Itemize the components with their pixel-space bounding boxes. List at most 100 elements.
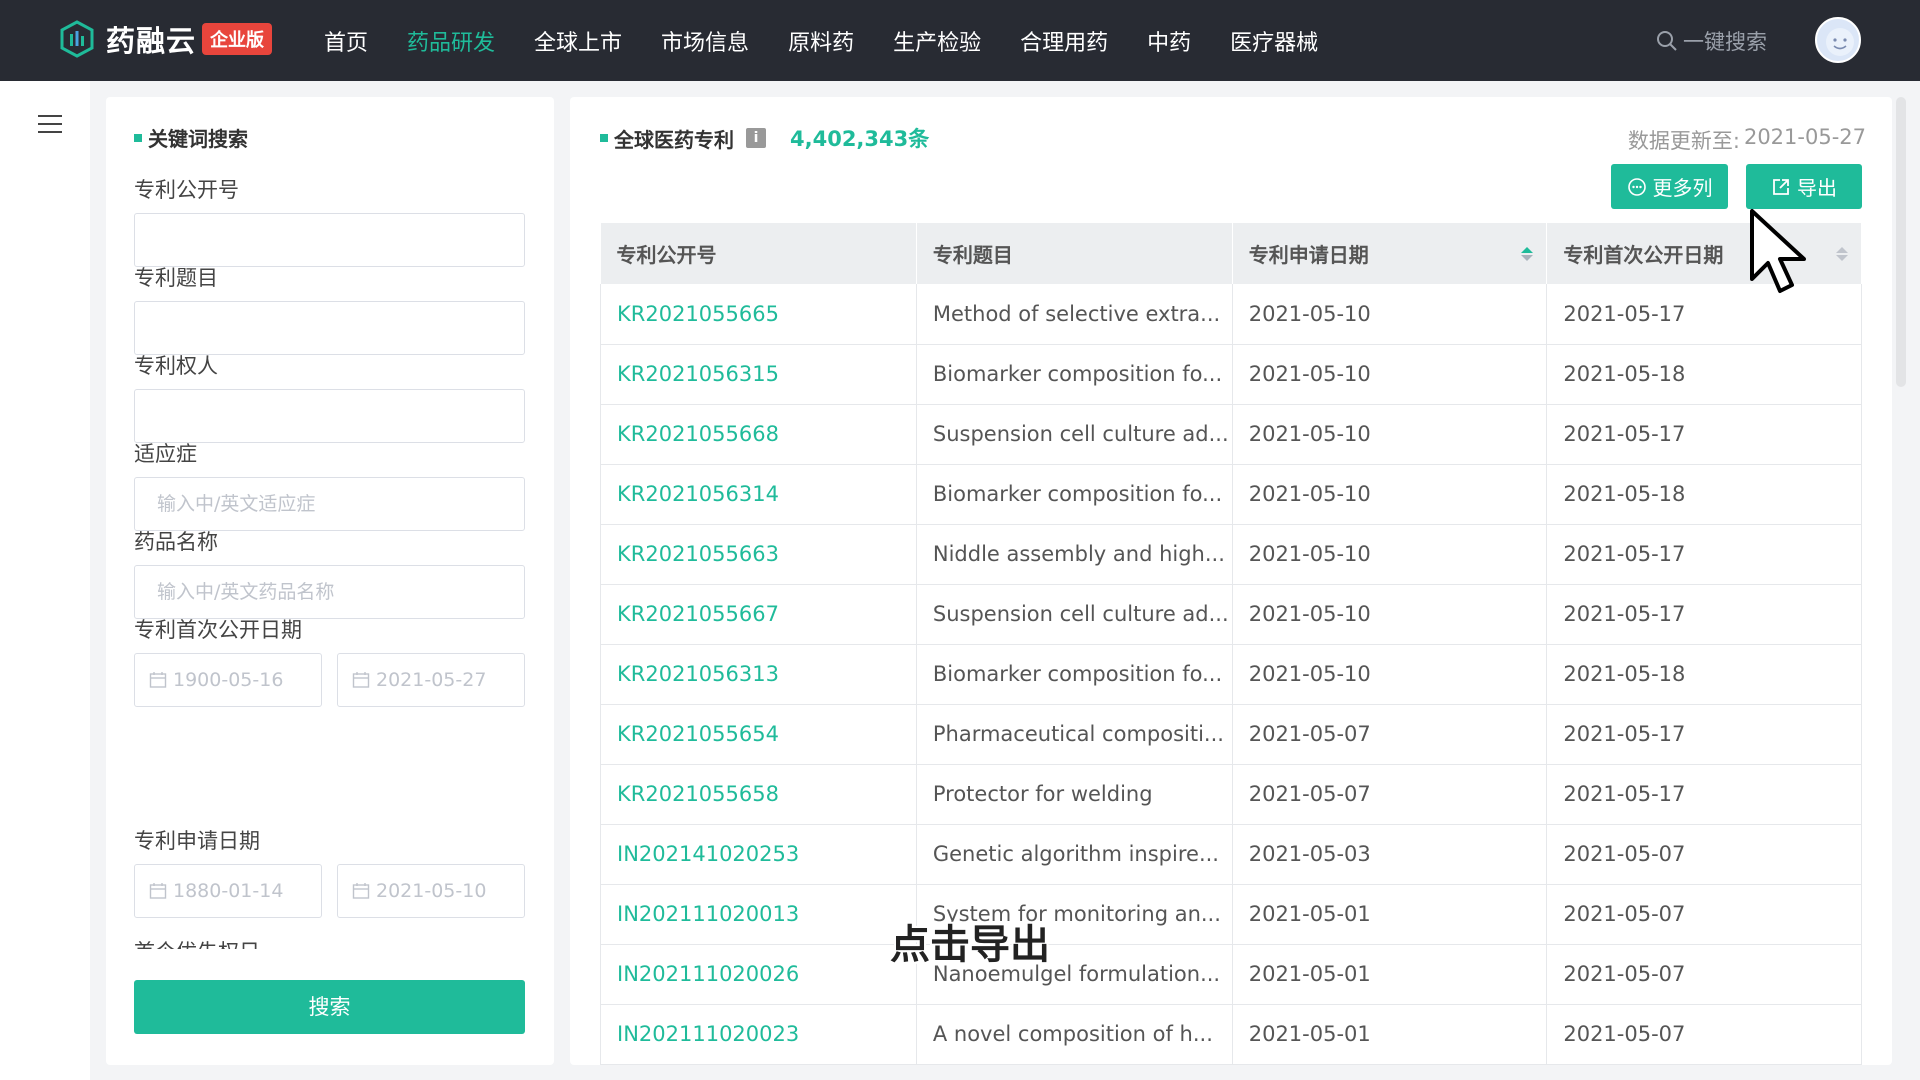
patent-title-cell: Method of selective extra... — [916, 284, 1233, 345]
app-date-to-input[interactable]: 2021-05-10 — [337, 864, 525, 918]
field-label-application-date: 专利申请日期 — [134, 829, 260, 853]
results-header: 全球医药专利 i 4,402,343条 — [600, 123, 929, 153]
indication-input[interactable]: 输入中/英文适应症 — [134, 477, 525, 531]
column-header-application-date[interactable]: 专利申请日期 — [1232, 223, 1548, 284]
table-row[interactable]: KR2021055658 Protector for welding 2021-05… — [600, 764, 1862, 825]
info-icon[interactable]: i — [746, 128, 766, 148]
column-header-patent-number[interactable]: 专利公开号 — [600, 223, 917, 284]
global-search-button[interactable]: 一键搜索 — [1655, 26, 1767, 56]
patent-number-link[interactable]: KR2021056315 — [600, 344, 917, 405]
first-pub-date-cell: 2021-05-07 — [1546, 944, 1862, 1005]
table-row[interactable]: KR2021056314 Biomarker composition fo... 2… — [600, 464, 1862, 525]
calendar-icon — [352, 883, 370, 899]
application-date-cell: 2021-05-07 — [1232, 764, 1548, 825]
table-body: KR2021055665 Method of selective extra...… — [600, 284, 1862, 1065]
field-label-drug-name: 药品名称 — [134, 530, 218, 554]
results-count: 4,402,343条 — [790, 127, 930, 151]
sort-icon[interactable] — [1835, 245, 1849, 263]
patent-title-cell: Suspension cell culture ad... — [916, 404, 1233, 465]
table-row[interactable]: KR2021055663 Niddle assembly and high... 2… — [600, 524, 1862, 585]
column-header-first-pub-date[interactable]: 专利首次公开日期 — [1546, 223, 1862, 284]
table-row[interactable]: IN202141020253 Genetic algorithm inspire.… — [600, 824, 1862, 885]
page-scrollbar[interactable] — [1896, 97, 1906, 387]
table-row[interactable]: KR2021055668 Suspension cell culture ad..… — [600, 404, 1862, 465]
application-date-cell: 2021-05-01 — [1232, 884, 1548, 945]
patent-number-link[interactable]: KR2021056313 — [600, 644, 917, 705]
first-pub-date-cell: 2021-05-17 — [1546, 404, 1862, 465]
patent-number-link[interactable]: IN202111020023 — [600, 1004, 917, 1065]
table-row[interactable]: KR2021055654 Pharmaceutical compositi... 2… — [600, 704, 1862, 765]
sort-icon[interactable] — [1520, 245, 1534, 263]
application-date-cell: 2021-05-10 — [1232, 524, 1548, 585]
data-update-info: 数据更新至: 2021-05-27 — [1628, 125, 1866, 155]
patent-title-cell: Genetic algorithm inspire... — [916, 824, 1233, 885]
edition-badge: 企业版 — [202, 23, 273, 55]
pub-date-from-input[interactable]: 1900-05-16 — [134, 653, 322, 707]
user-avatar[interactable] — [1815, 17, 1861, 63]
patent-title-input[interactable] — [134, 301, 525, 355]
first-pub-date-cell: 2021-05-17 — [1546, 284, 1862, 345]
application-date-cell: 2021-05-01 — [1232, 944, 1548, 1005]
table-row[interactable]: IN202111020023 A novel composition of h..… — [600, 1004, 1862, 1065]
first-pub-date-cell: 2021-05-18 — [1546, 344, 1862, 405]
avatar-face-icon — [1826, 28, 1854, 56]
patent-number-link[interactable]: KR2021055663 — [600, 524, 917, 585]
nav-item-drug-rd[interactable]: 药品研发 — [407, 25, 495, 57]
nav-item-home[interactable]: 首页 — [324, 25, 368, 57]
nav-item-global-launch[interactable]: 全球上市 — [534, 25, 622, 57]
nav-item-production-testing[interactable]: 生产检验 — [893, 25, 981, 57]
patent-number-link[interactable]: KR2021055667 — [600, 584, 917, 645]
field-label-patent-number: 专利公开号 — [134, 178, 239, 202]
update-date: 2021-05-27 — [1743, 125, 1866, 149]
patent-number-link[interactable]: KR2021055654 — [600, 704, 917, 765]
application-date-cell: 2021-05-10 — [1232, 284, 1548, 345]
assignee-input[interactable] — [134, 389, 525, 443]
first-pub-date-cell: 2021-05-18 — [1546, 464, 1862, 525]
app-date-from-input[interactable]: 1880-01-14 — [134, 864, 322, 918]
first-pub-date-cell: 2021-05-17 — [1546, 584, 1862, 645]
patent-number-link[interactable]: IN202111020026 — [600, 944, 917, 1005]
calendar-icon — [149, 883, 167, 899]
patent-number-link[interactable]: KR2021056314 — [600, 464, 917, 525]
patent-number-link[interactable]: IN202141020253 — [600, 824, 917, 885]
table-row[interactable]: IN202111020013 System for monitoring an..… — [600, 884, 1862, 945]
table-row[interactable]: KR2021055665 Method of selective extra...… — [600, 284, 1862, 345]
patent-number-link[interactable]: KR2021055668 — [600, 404, 917, 465]
table-row[interactable]: IN202111020026 Nanoemulgel formulation...… — [600, 944, 1862, 1005]
application-date-cell: 2021-05-07 — [1232, 704, 1548, 765]
table-header-row: 专利公开号 专利题目 专利申请日期 专利首次公开日期 — [600, 223, 1862, 284]
drug-name-input[interactable]: 输入中/英文药品名称 — [134, 565, 525, 619]
first-pub-date-cell: 2021-05-18 — [1546, 644, 1862, 705]
patent-title-cell: Pharmaceutical compositi... — [916, 704, 1233, 765]
table-row[interactable]: KR2021056313 Biomarker composition fo... 2… — [600, 644, 1862, 705]
more-dots-icon — [1627, 177, 1646, 196]
hamburger-menu-icon[interactable] — [38, 115, 62, 135]
first-pub-date-cell: 2021-05-07 — [1546, 884, 1862, 945]
application-date-cell: 2021-05-01 — [1232, 1004, 1548, 1065]
nav-item-medical-devices[interactable]: 医疗器械 — [1230, 25, 1318, 57]
table-row[interactable]: KR2021056315 Biomarker composition fo... 2… — [600, 344, 1862, 405]
patent-title-cell: A novel composition of h... — [916, 1004, 1233, 1065]
table-row[interactable]: KR2021055667 Suspension cell culture ad..… — [600, 584, 1862, 645]
patent-number-link[interactable]: KR2021055658 — [600, 764, 917, 825]
application-date-cell: 2021-05-10 — [1232, 644, 1548, 705]
patent-number-link[interactable]: IN202111020013 — [600, 884, 917, 945]
side-rail — [0, 81, 90, 1080]
patent-number-link[interactable]: KR2021055665 — [600, 284, 917, 345]
column-header-patent-title[interactable]: 专利题目 — [916, 223, 1233, 284]
export-button[interactable]: 导出 — [1746, 164, 1862, 209]
nav-item-tcm[interactable]: 中药 — [1147, 25, 1191, 57]
nav-item-rational-drug-use[interactable]: 合理用药 — [1020, 25, 1108, 57]
pub-date-to-input[interactable]: 2021-05-27 — [337, 653, 525, 707]
patent-title-cell: Protector for welding — [916, 764, 1233, 825]
patent-title-cell: Suspension cell culture ad... — [916, 584, 1233, 645]
patent-number-input[interactable] — [134, 213, 525, 267]
more-columns-button[interactable]: 更多列 — [1611, 164, 1728, 209]
search-button[interactable]: 搜索 — [134, 980, 525, 1034]
application-date-cell: 2021-05-03 — [1232, 824, 1548, 885]
first-pub-date-cell: 2021-05-17 — [1546, 524, 1862, 585]
patent-table: 专利公开号 专利题目 专利申请日期 专利首次公开日期 KR2021055665 M… — [600, 223, 1862, 1065]
nav-item-market-info[interactable]: 市场信息 — [661, 25, 749, 57]
brand-logo[interactable]: 药融云 企业版 — [58, 16, 273, 62]
nav-item-api[interactable]: 原料药 — [788, 25, 854, 57]
